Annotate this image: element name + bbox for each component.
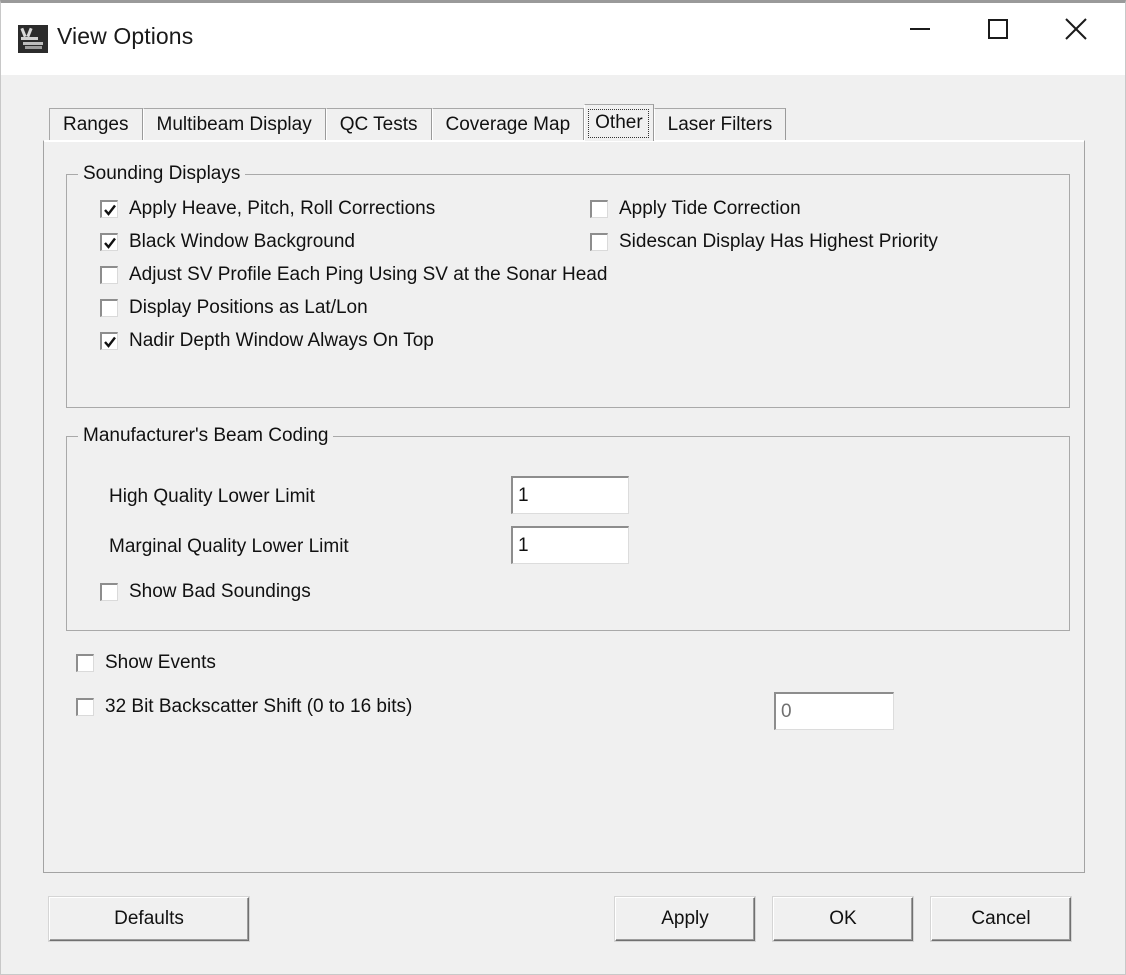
app-icon bbox=[18, 25, 48, 53]
tab-label: Ranges bbox=[63, 114, 129, 135]
checkbox-label: Black Window Background bbox=[129, 231, 355, 252]
tab-label: Other bbox=[595, 112, 643, 133]
maximize-button[interactable] bbox=[961, 3, 1035, 55]
tab-qc-tests[interactable]: QC Tests bbox=[325, 108, 432, 141]
ok-button[interactable]: OK bbox=[773, 897, 913, 941]
view-options-dialog: View Options Ranges Multibeam Display QC… bbox=[0, 0, 1126, 975]
checkbox-box bbox=[100, 299, 118, 317]
defaults-button[interactable]: Defaults bbox=[49, 897, 249, 941]
close-button[interactable] bbox=[1039, 3, 1113, 55]
checkbox-apply-heave-pitch-roll[interactable]: Apply Heave, Pitch, Roll Corrections bbox=[100, 198, 435, 220]
label-marginal-quality-lower-limit: Marginal Quality Lower Limit bbox=[109, 536, 349, 557]
checkbox-label: Show Bad Soundings bbox=[129, 581, 311, 602]
checkbox-box bbox=[100, 583, 118, 601]
tab-laser-filters[interactable]: Laser Filters bbox=[653, 108, 787, 141]
checkbox-display-positions-latlon[interactable]: Display Positions as Lat/Lon bbox=[100, 297, 368, 319]
tab-ranges[interactable]: Ranges bbox=[49, 108, 143, 141]
check-icon bbox=[104, 237, 116, 249]
tab-label: Laser Filters bbox=[667, 114, 773, 135]
group-title: Sounding Displays bbox=[78, 163, 246, 185]
apply-button[interactable]: Apply bbox=[615, 897, 755, 941]
input-marginal-quality-lower-limit[interactable] bbox=[511, 526, 629, 564]
tab-label: QC Tests bbox=[339, 114, 418, 135]
tab-coverage-map[interactable]: Coverage Map bbox=[431, 108, 585, 141]
checkbox-show-events[interactable]: Show Events bbox=[76, 652, 216, 674]
minimize-button[interactable] bbox=[883, 3, 957, 55]
checkbox-adjust-sv-profile[interactable]: Adjust SV Profile Each Ping Using SV at … bbox=[100, 264, 607, 286]
group-sounding-displays: Sounding Displays Apply Heave, Pitch, Ro… bbox=[66, 163, 1070, 408]
checkbox-box bbox=[100, 200, 118, 218]
checkbox-box bbox=[100, 233, 118, 251]
tab-strip: Ranges Multibeam Display QC Tests Covera… bbox=[49, 104, 787, 141]
checkbox-nadir-depth-window-on-top[interactable]: Nadir Depth Window Always On Top bbox=[100, 330, 434, 352]
title-bar: View Options bbox=[1, 3, 1125, 75]
checkbox-box bbox=[76, 654, 94, 672]
checkbox-32-bit-backscatter-shift[interactable]: 32 Bit Backscatter Shift (0 to 16 bits) bbox=[76, 696, 412, 718]
cancel-button[interactable]: Cancel bbox=[931, 897, 1071, 941]
checkbox-box bbox=[100, 332, 118, 350]
check-icon bbox=[104, 336, 116, 348]
check-icon bbox=[104, 204, 116, 216]
checkbox-box bbox=[590, 200, 608, 218]
group-beam-coding: Manufacturer's Beam Coding High Quality … bbox=[66, 425, 1070, 631]
tab-panel-other: Sounding Displays Apply Heave, Pitch, Ro… bbox=[43, 140, 1085, 873]
window-title: View Options bbox=[57, 23, 194, 49]
label-high-quality-lower-limit: High Quality Lower Limit bbox=[109, 486, 315, 507]
checkbox-sidescan-highest-priority[interactable]: Sidescan Display Has Highest Priority bbox=[590, 231, 938, 253]
tab-label: Multibeam Display bbox=[156, 114, 312, 135]
checkbox-label: 32 Bit Backscatter Shift (0 to 16 bits) bbox=[105, 696, 413, 717]
tab-other[interactable]: Other bbox=[584, 104, 654, 141]
group-title: Manufacturer's Beam Coding bbox=[78, 425, 334, 447]
checkbox-show-bad-soundings[interactable]: Show Bad Soundings bbox=[100, 581, 311, 603]
input-high-quality-lower-limit[interactable] bbox=[511, 476, 629, 514]
checkbox-label: Sidescan Display Has Highest Priority bbox=[619, 231, 938, 252]
checkbox-label: Apply Tide Correction bbox=[619, 198, 801, 219]
checkbox-box bbox=[100, 266, 118, 284]
tab-multibeam-display[interactable]: Multibeam Display bbox=[142, 108, 326, 141]
checkbox-label: Display Positions as Lat/Lon bbox=[129, 297, 368, 318]
checkbox-label: Adjust SV Profile Each Ping Using SV at … bbox=[129, 264, 608, 285]
checkbox-label: Apply Heave, Pitch, Roll Corrections bbox=[129, 198, 436, 219]
checkbox-label: Nadir Depth Window Always On Top bbox=[129, 330, 434, 351]
checkbox-black-window-background[interactable]: Black Window Background bbox=[100, 231, 355, 253]
input-backscatter-shift[interactable] bbox=[774, 692, 894, 730]
checkbox-label: Show Events bbox=[105, 652, 216, 673]
checkbox-box bbox=[76, 698, 94, 716]
checkbox-apply-tide-correction[interactable]: Apply Tide Correction bbox=[590, 198, 801, 220]
checkbox-box bbox=[590, 233, 608, 251]
tab-label: Coverage Map bbox=[445, 114, 571, 135]
